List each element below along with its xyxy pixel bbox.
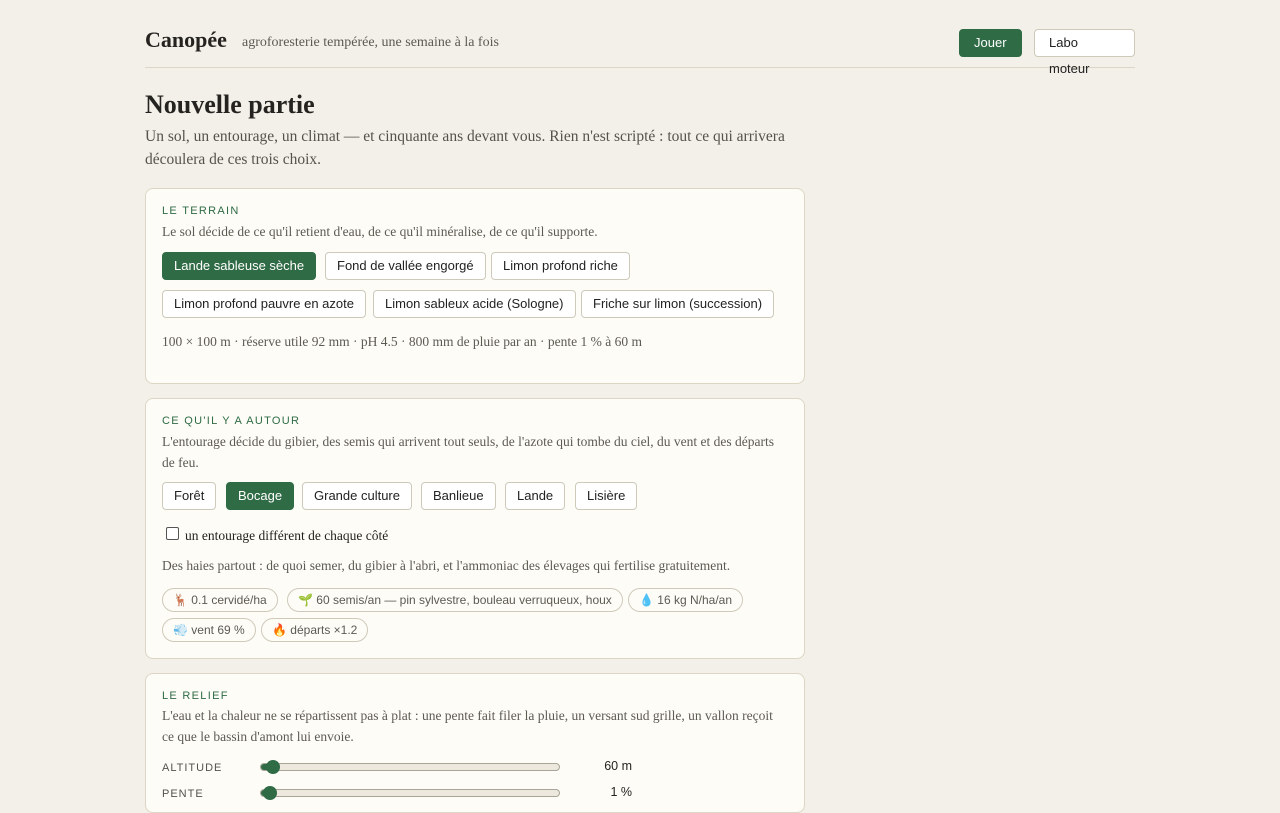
- seedling-icon: 🌱: [298, 593, 313, 607]
- surroundings-option-heath[interactable]: Lande: [505, 482, 566, 510]
- slope-value: 1 %: [610, 785, 632, 799]
- different-sides-label[interactable]: un entourage différent de chaque côté: [185, 528, 388, 544]
- stat-seedlings: 🌱 60 semis/an — pin sylvestre, bouleau v…: [287, 588, 623, 612]
- stat-wind: 💨 vent 69 %: [162, 618, 256, 642]
- terrain-description: Le sol décide de ce qu'il retient d'eau,…: [162, 224, 598, 239]
- altitude-slider[interactable]: [260, 760, 560, 774]
- stat-wind-text: vent 69 %: [191, 623, 245, 637]
- terrain-summary: 100 × 100 m · réserve utile 92 mm · pH 4…: [162, 334, 643, 349]
- slope-slider-thumb[interactable]: [262, 786, 277, 800]
- terrain-heading: LE TERRAIN: [162, 205, 240, 217]
- stat-deer-text: 0.1 cervidé/ha: [191, 593, 267, 607]
- brand-logo-text[interactable]: Canopée: [145, 27, 227, 53]
- page-intro: Un sol, un entourage, un climat — et cin…: [145, 128, 785, 168]
- stat-nitrogen: 💧 16 kg N/ha/an: [628, 588, 744, 612]
- engine-lab-button[interactable]: Labo moteur: [1034, 29, 1135, 76]
- terrain-option-dry-sandy-heath[interactable]: Lande sableuse sèche: [162, 252, 317, 280]
- stat-fire: 🔥 départs ×1.2: [261, 618, 369, 642]
- play-button[interactable]: Jouer: [959, 29, 1022, 57]
- page-title: Nouvelle partie: [145, 90, 315, 119]
- surroundings-option-forest-edge[interactable]: Lisière: [575, 482, 638, 510]
- stat-nitrogen-text: 16 kg N/ha/an: [657, 593, 733, 607]
- slope-slider[interactable]: [260, 786, 560, 800]
- slope-label: PENTE: [162, 788, 204, 800]
- stat-seedlings-text: 60 semis/an — pin sylvestre, bouleau ver…: [316, 593, 612, 607]
- altitude-value: 60 m: [604, 759, 632, 773]
- surroundings-option-bocage[interactable]: Bocage: [226, 482, 295, 510]
- relief-heading: LE RELIEF: [162, 690, 229, 702]
- terrain-option-deep-rich-loam[interactable]: Limon profond riche: [491, 252, 630, 280]
- surroundings-note: Des haies partout : de quoi semer, du gi…: [162, 558, 731, 573]
- terrain-option-acid-sandy-loam[interactable]: Limon sableux acide (Sologne): [373, 290, 576, 318]
- altitude-label: ALTITUDE: [162, 762, 223, 774]
- stat-fire-text: départs ×1.2: [290, 623, 358, 637]
- deer-icon: 🦌: [173, 593, 188, 607]
- surroundings-heading: CE QU'IL Y A AUTOUR: [162, 415, 301, 427]
- stat-deer: 🦌 0.1 cervidé/ha: [162, 588, 278, 612]
- droplet-icon: 💧: [639, 593, 654, 607]
- brand-tagline: agroforesterie tempérée, une semaine à l…: [242, 35, 499, 50]
- terrain-option-deep-poor-loam[interactable]: Limon profond pauvre en azote: [162, 290, 366, 318]
- surroundings-option-field-crops[interactable]: Grande culture: [302, 482, 412, 510]
- relief-card: LE RELIEF L'eau et la chaleur ne se répa…: [145, 673, 805, 813]
- top-bar: Canopée agroforesterie tempérée, une sem…: [145, 0, 1135, 76]
- terrain-card: LE TERRAIN Le sol décide de ce qu'il ret…: [145, 188, 805, 384]
- relief-description: L'eau et la chaleur ne se répartissent p…: [162, 708, 773, 744]
- terrain-option-waterlogged-valley[interactable]: Fond de vallée engorgé: [325, 252, 486, 280]
- surroundings-description: L'entourage décide du gibier, des semis …: [162, 434, 775, 470]
- fire-icon: 🔥: [272, 623, 287, 637]
- surroundings-card: CE QU'IL Y A AUTOUR L'entourage décide d…: [145, 398, 805, 659]
- different-sides-checkbox[interactable]: [166, 527, 179, 540]
- surroundings-option-forest[interactable]: Forêt: [162, 482, 217, 510]
- terrain-option-fallow-loam[interactable]: Friche sur limon (succession): [581, 290, 775, 318]
- altitude-slider-thumb[interactable]: [265, 760, 280, 774]
- surroundings-option-suburb[interactable]: Banlieue: [421, 482, 496, 510]
- wind-icon: 💨: [173, 623, 188, 637]
